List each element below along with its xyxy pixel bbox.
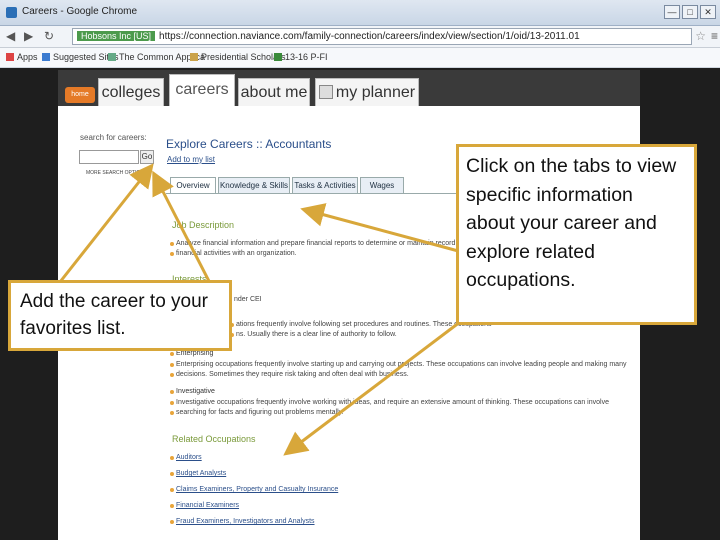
bookmark-presidential-scholars[interactable]: Presidential Scholars bbox=[190, 52, 286, 62]
tab-wages[interactable]: Wages bbox=[360, 177, 404, 194]
bookmark-star-icon[interactable]: ☆ bbox=[695, 29, 706, 43]
forward-icon[interactable]: ▶ bbox=[24, 29, 33, 43]
window-title: Careers - Google Chrome bbox=[22, 6, 138, 17]
related-occupation-link[interactable]: Fraud Examiners, Investigators and Analy… bbox=[170, 518, 315, 525]
chrome-icon bbox=[6, 7, 17, 18]
job-description-text: Analyze financial information and prepar… bbox=[169, 240, 456, 247]
enterprising-text: Enterprising occupations frequently invo… bbox=[169, 361, 627, 368]
tab-overview[interactable]: Overview bbox=[170, 177, 216, 194]
career-search-input[interactable] bbox=[79, 150, 139, 164]
related-occupation-link[interactable]: Budget Analysts bbox=[169, 470, 226, 477]
browser-toolbar: ◀ ▶ ↻ Hobsons Inc [US] https://connection… bbox=[0, 26, 720, 48]
page-icon bbox=[108, 53, 116, 61]
related-occupation-link[interactable]: Financial Examiners bbox=[169, 502, 239, 509]
related-occupations-heading: Related Occupations bbox=[172, 434, 256, 444]
callout-tabs: Click on the tabs to view specific infor… bbox=[456, 144, 697, 325]
certificate-badge[interactable]: Hobsons Inc [US] bbox=[77, 31, 156, 41]
job-description-heading: Job Description bbox=[172, 220, 235, 230]
investigative-text: Investigative occupations frequently inv… bbox=[170, 399, 609, 406]
search-label: search for careers: bbox=[80, 133, 147, 142]
related-occupation-link[interactable]: Auditors bbox=[170, 454, 202, 461]
more-search-options-link[interactable]: MORE SEARCH OPTIONS bbox=[86, 170, 147, 176]
apps-icon bbox=[6, 53, 14, 61]
enterprising-label: Enterprising bbox=[169, 350, 214, 357]
minimize-button[interactable]: — bbox=[664, 5, 680, 19]
conventional-text: ations frequently involve following set … bbox=[230, 321, 492, 328]
close-button[interactable]: ✕ bbox=[700, 5, 716, 19]
tab-about-me[interactable]: about me bbox=[238, 78, 310, 106]
page-icon bbox=[274, 53, 282, 61]
conventional-text-2: ns. Usually there is a clear line of aut… bbox=[230, 331, 397, 338]
enterprising-text-2: decisions. Sometimes they require risk t… bbox=[170, 371, 409, 378]
search-go-button[interactable]: Go bbox=[140, 150, 154, 164]
page-icon bbox=[42, 53, 50, 61]
address-bar[interactable]: Hobsons Inc [US] https://connection.navia… bbox=[72, 28, 692, 45]
tab-my-planner[interactable]: my planner bbox=[315, 78, 419, 106]
bookmarks-bar: Apps Suggested Sites The Common Applica … bbox=[0, 48, 720, 68]
window-controls: — □ ✕ bbox=[664, 5, 716, 19]
planner-icon bbox=[318, 85, 333, 99]
add-to-favorites-link[interactable]: Add to my list bbox=[167, 155, 215, 164]
tab-tasks-activities[interactable]: Tasks & Activities bbox=[292, 177, 358, 194]
home-button[interactable]: home bbox=[65, 87, 95, 103]
page-title: Explore Careers :: Accountants bbox=[166, 137, 332, 151]
back-icon[interactable]: ◀ bbox=[6, 29, 15, 43]
interest-code: nder CEI bbox=[228, 296, 262, 303]
page-icon bbox=[190, 53, 198, 61]
maximize-button[interactable]: □ bbox=[682, 5, 698, 19]
tab-colleges[interactable]: colleges bbox=[98, 78, 164, 106]
job-description-text-2: financial activities with an organizatio… bbox=[170, 250, 297, 257]
url-text: https://connection.naviance.com/family-c… bbox=[159, 31, 580, 42]
callout-favorites: Add the career to your favorites list. bbox=[8, 280, 232, 351]
browser-title-bar: Careers - Google Chrome — □ ✕ bbox=[0, 0, 720, 26]
reload-icon[interactable]: ↻ bbox=[44, 29, 54, 43]
tab-careers[interactable]: careers bbox=[169, 74, 235, 108]
investigative-label: Investigative bbox=[170, 388, 215, 395]
bookmark-apps[interactable]: Apps bbox=[6, 52, 38, 62]
investigative-text-2: searching for facts and figuring out pro… bbox=[170, 409, 344, 416]
tab-knowledge-skills[interactable]: Knowledge & Skills bbox=[218, 177, 290, 194]
related-occupation-link[interactable]: Claims Examiners, Property and Casualty … bbox=[169, 486, 338, 493]
menu-icon[interactable]: ≡ bbox=[711, 29, 718, 43]
bookmark-pfi[interactable]: 13-16 P-FI bbox=[274, 52, 328, 62]
